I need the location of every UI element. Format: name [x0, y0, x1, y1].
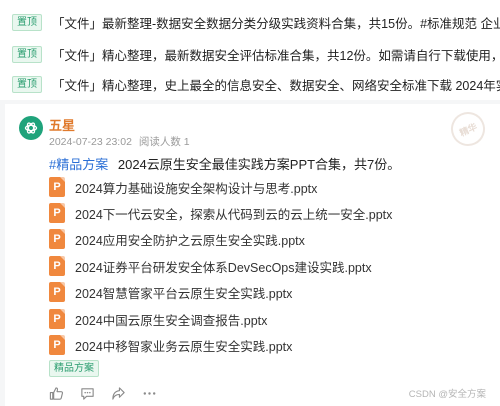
post-title-text: 2024云原生安全最佳实践方案PPT合集，共7份。 — [117, 157, 401, 172]
post-title: #精品方案 2024云原生安全最佳实践方案PPT合集，共7份。 — [49, 154, 400, 173]
action-bar — [49, 385, 157, 401]
post-card: 五星 2024-07-23 23:02 阅读人数 1 精华 #精品方案 2024… — [5, 104, 500, 406]
csdn-watermark: CSDN @安全方案 — [408, 389, 486, 400]
attachment-item[interactable]: P 2024应用安全防护之云原生安全实践.pptx — [49, 228, 305, 250]
pptx-file-icon: P — [49, 203, 65, 223]
comment-icon[interactable] — [80, 386, 95, 401]
openai-logo-icon — [24, 122, 38, 134]
pinned-badge: 置顶 — [12, 75, 42, 93]
pptx-file-icon: P — [49, 229, 65, 249]
pinned-badge: 置顶 — [12, 13, 42, 31]
attachment-name[interactable]: 2024应用安全防护之云原生安全实践.pptx — [75, 230, 305, 249]
pinned-topic-3[interactable]: 置顶 「文件」精心整理，史上最全的信息安全、数据安全、网络安全标准下载 2024… — [12, 73, 500, 95]
pinned-topic-1[interactable]: 置顶 「文件」最新整理-数据安全数据分类分级实践资料合集，共15份。#标准规范 … — [12, 11, 500, 33]
pptx-file-icon: P — [49, 282, 65, 302]
pinned-topic-2[interactable]: 置顶 「文件」精心整理，最新数据安全评估标准合集，共12份。如需请自行下载使用，… — [12, 43, 500, 65]
tag-chip[interactable]: 精品方案 — [49, 360, 99, 377]
pptx-file-icon: P — [49, 309, 65, 329]
share-icon[interactable] — [111, 386, 126, 401]
pinned-topics: 置顶 「文件」最新整理-数据安全数据分类分级实践资料合集，共15份。#标准规范 … — [0, 0, 500, 100]
read-count: 阅读人数 1 — [138, 136, 190, 148]
attachment-item[interactable]: P 2024证券平台研发安全体系DevSecOps建设实践.pptx — [49, 255, 372, 277]
pptx-file-icon: P — [49, 335, 65, 355]
featured-stamp: 精华 — [445, 106, 491, 152]
attachment-item[interactable]: P 2024中移智家业务云原生安全实践.pptx — [49, 334, 292, 356]
like-icon[interactable] — [49, 386, 64, 401]
pinned-topic-text[interactable]: 「文件」精心整理，最新数据安全评估标准合集，共12份。如需请自行下载使用，请勿传… — [52, 45, 500, 64]
attachment-name[interactable]: 2024算力基础设施安全架构设计与思考.pptx — [75, 178, 317, 197]
attachment-name[interactable]: 2024证券平台研发安全体系DevSecOps建设实践.pptx — [75, 257, 372, 276]
attachment-item[interactable]: P 2024中国云原生安全调查报告.pptx — [49, 308, 267, 330]
author-name[interactable]: 五星 — [49, 115, 75, 134]
attachment-name[interactable]: 2024中移智家业务云原生安全实践.pptx — [75, 336, 292, 355]
attachment-name[interactable]: 2024智慧管家平台云原生安全实践.pptx — [75, 283, 292, 302]
hashtag-link[interactable]: #精品方案 — [49, 157, 108, 172]
attachment-item[interactable]: P 2024算力基础设施安全架构设计与思考.pptx — [49, 176, 317, 198]
attachment-name[interactable]: 2024下一代云安全，探索从代码到云的云上统一安全.pptx — [75, 204, 392, 223]
pinned-topic-text[interactable]: 「文件」最新整理-数据安全数据分类分级实践资料合集，共15份。#标准规范 企业数… — [52, 13, 500, 32]
pptx-file-icon: P — [49, 256, 65, 276]
pptx-file-icon: P — [49, 177, 65, 197]
more-icon[interactable] — [142, 386, 157, 401]
attachment-name[interactable]: 2024中国云原生安全调查报告.pptx — [75, 310, 267, 329]
attachment-item[interactable]: P 2024下一代云安全，探索从代码到云的云上统一安全.pptx — [49, 202, 392, 224]
pinned-badge: 置顶 — [12, 45, 42, 63]
avatar[interactable] — [19, 116, 43, 140]
pinned-topic-text[interactable]: 「文件」精心整理，史上最全的信息安全、数据安全、网络安全标准下载 2024年实施… — [52, 75, 500, 94]
post-meta: 2024-07-23 23:02 阅读人数 1 — [49, 134, 190, 149]
post-date: 2024-07-23 23:02 — [49, 136, 132, 148]
attachment-item[interactable]: P 2024智慧管家平台云原生安全实践.pptx — [49, 281, 292, 303]
